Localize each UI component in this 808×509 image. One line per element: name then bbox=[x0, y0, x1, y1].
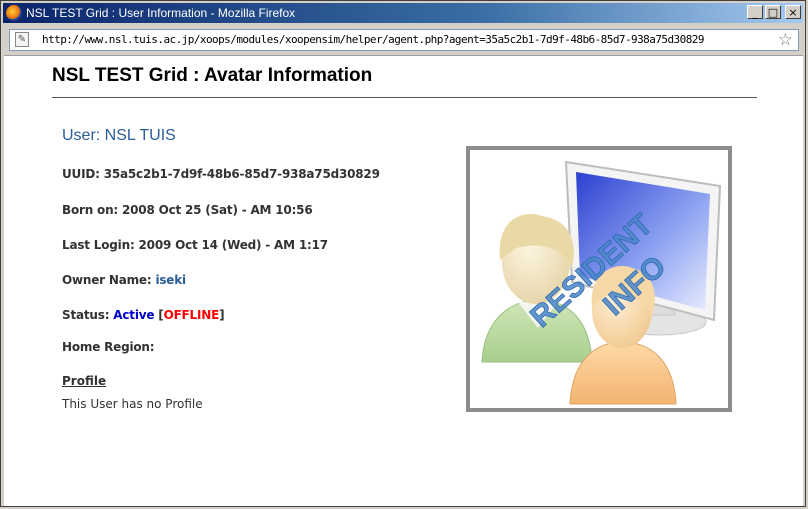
uuid-value: 35a5c2b1-7d9f-48b6-85d7-938a75d30829 bbox=[103, 167, 380, 181]
close-button[interactable]: × bbox=[785, 5, 801, 19]
user-heading: User: NSL TUIS bbox=[62, 127, 176, 144]
born-label: Born on: bbox=[62, 203, 122, 217]
home-region-label: Home Region: bbox=[62, 340, 155, 354]
window-title: NSL TEST Grid : User Information - Mozil… bbox=[26, 6, 296, 20]
title-divider bbox=[52, 97, 757, 98]
minimize-button[interactable]: _ bbox=[747, 5, 763, 19]
last-login-label: Last Login: bbox=[62, 238, 139, 252]
born-value: 2008 Oct 25 (Sat) - AM 10:56 bbox=[122, 203, 313, 217]
maximize-button[interactable]: □ bbox=[765, 5, 781, 19]
last-login-value: 2009 Oct 14 (Wed) - AM 1:17 bbox=[138, 238, 329, 252]
browser-window: NSL TEST Grid : User Information - Mozil… bbox=[0, 0, 806, 507]
home-region-field: Home Region: bbox=[62, 340, 155, 354]
owner-name-link[interactable]: iseki bbox=[155, 273, 186, 287]
born-field: Born on: 2008 Oct 25 (Sat) - AM 10:56 bbox=[62, 203, 313, 217]
url-input[interactable]: http://www.nsl.tuis.ac.jp/xoops/modules/… bbox=[42, 33, 704, 47]
status-field: Status: Active [OFFLINE] bbox=[62, 308, 225, 322]
status-bracket-close: ] bbox=[219, 308, 225, 322]
avatar-image: RESIDENT INFO bbox=[466, 146, 732, 412]
owner-field: Owner Name: iseki bbox=[62, 273, 186, 287]
window-controls: _ □ × bbox=[747, 5, 801, 21]
bookmark-star-icon[interactable]: ☆ bbox=[778, 30, 793, 50]
page-title: NSL TEST Grid : Avatar Information bbox=[52, 65, 373, 86]
page-content: NSL TEST Grid : Avatar Information User:… bbox=[4, 55, 803, 506]
resident-info-illustration: RESIDENT INFO bbox=[481, 160, 722, 405]
status-active: Active bbox=[113, 308, 155, 322]
status-offline: OFFLINE bbox=[163, 308, 220, 322]
site-favicon-icon: ✎ bbox=[15, 32, 29, 47]
last-login-field: Last Login: 2009 Oct 14 (Wed) - AM 1:17 bbox=[62, 238, 328, 252]
uuid-label: UUID: bbox=[62, 167, 104, 181]
uuid-field: UUID: 35a5c2b1-7d9f-48b6-85d7-938a75d308… bbox=[62, 167, 380, 181]
status-label: Status: bbox=[62, 308, 114, 322]
firefox-icon bbox=[6, 5, 22, 21]
status-bracket-open: [ bbox=[154, 308, 164, 322]
profile-text: This User has no Profile bbox=[62, 397, 203, 411]
profile-heading: Profile bbox=[62, 374, 107, 388]
address-bar[interactable]: ✎ http://www.nsl.tuis.ac.jp/xoops/module… bbox=[9, 29, 799, 51]
title-bar[interactable]: NSL TEST Grid : User Information - Mozil… bbox=[3, 3, 803, 23]
owner-label: Owner Name: bbox=[62, 273, 156, 287]
